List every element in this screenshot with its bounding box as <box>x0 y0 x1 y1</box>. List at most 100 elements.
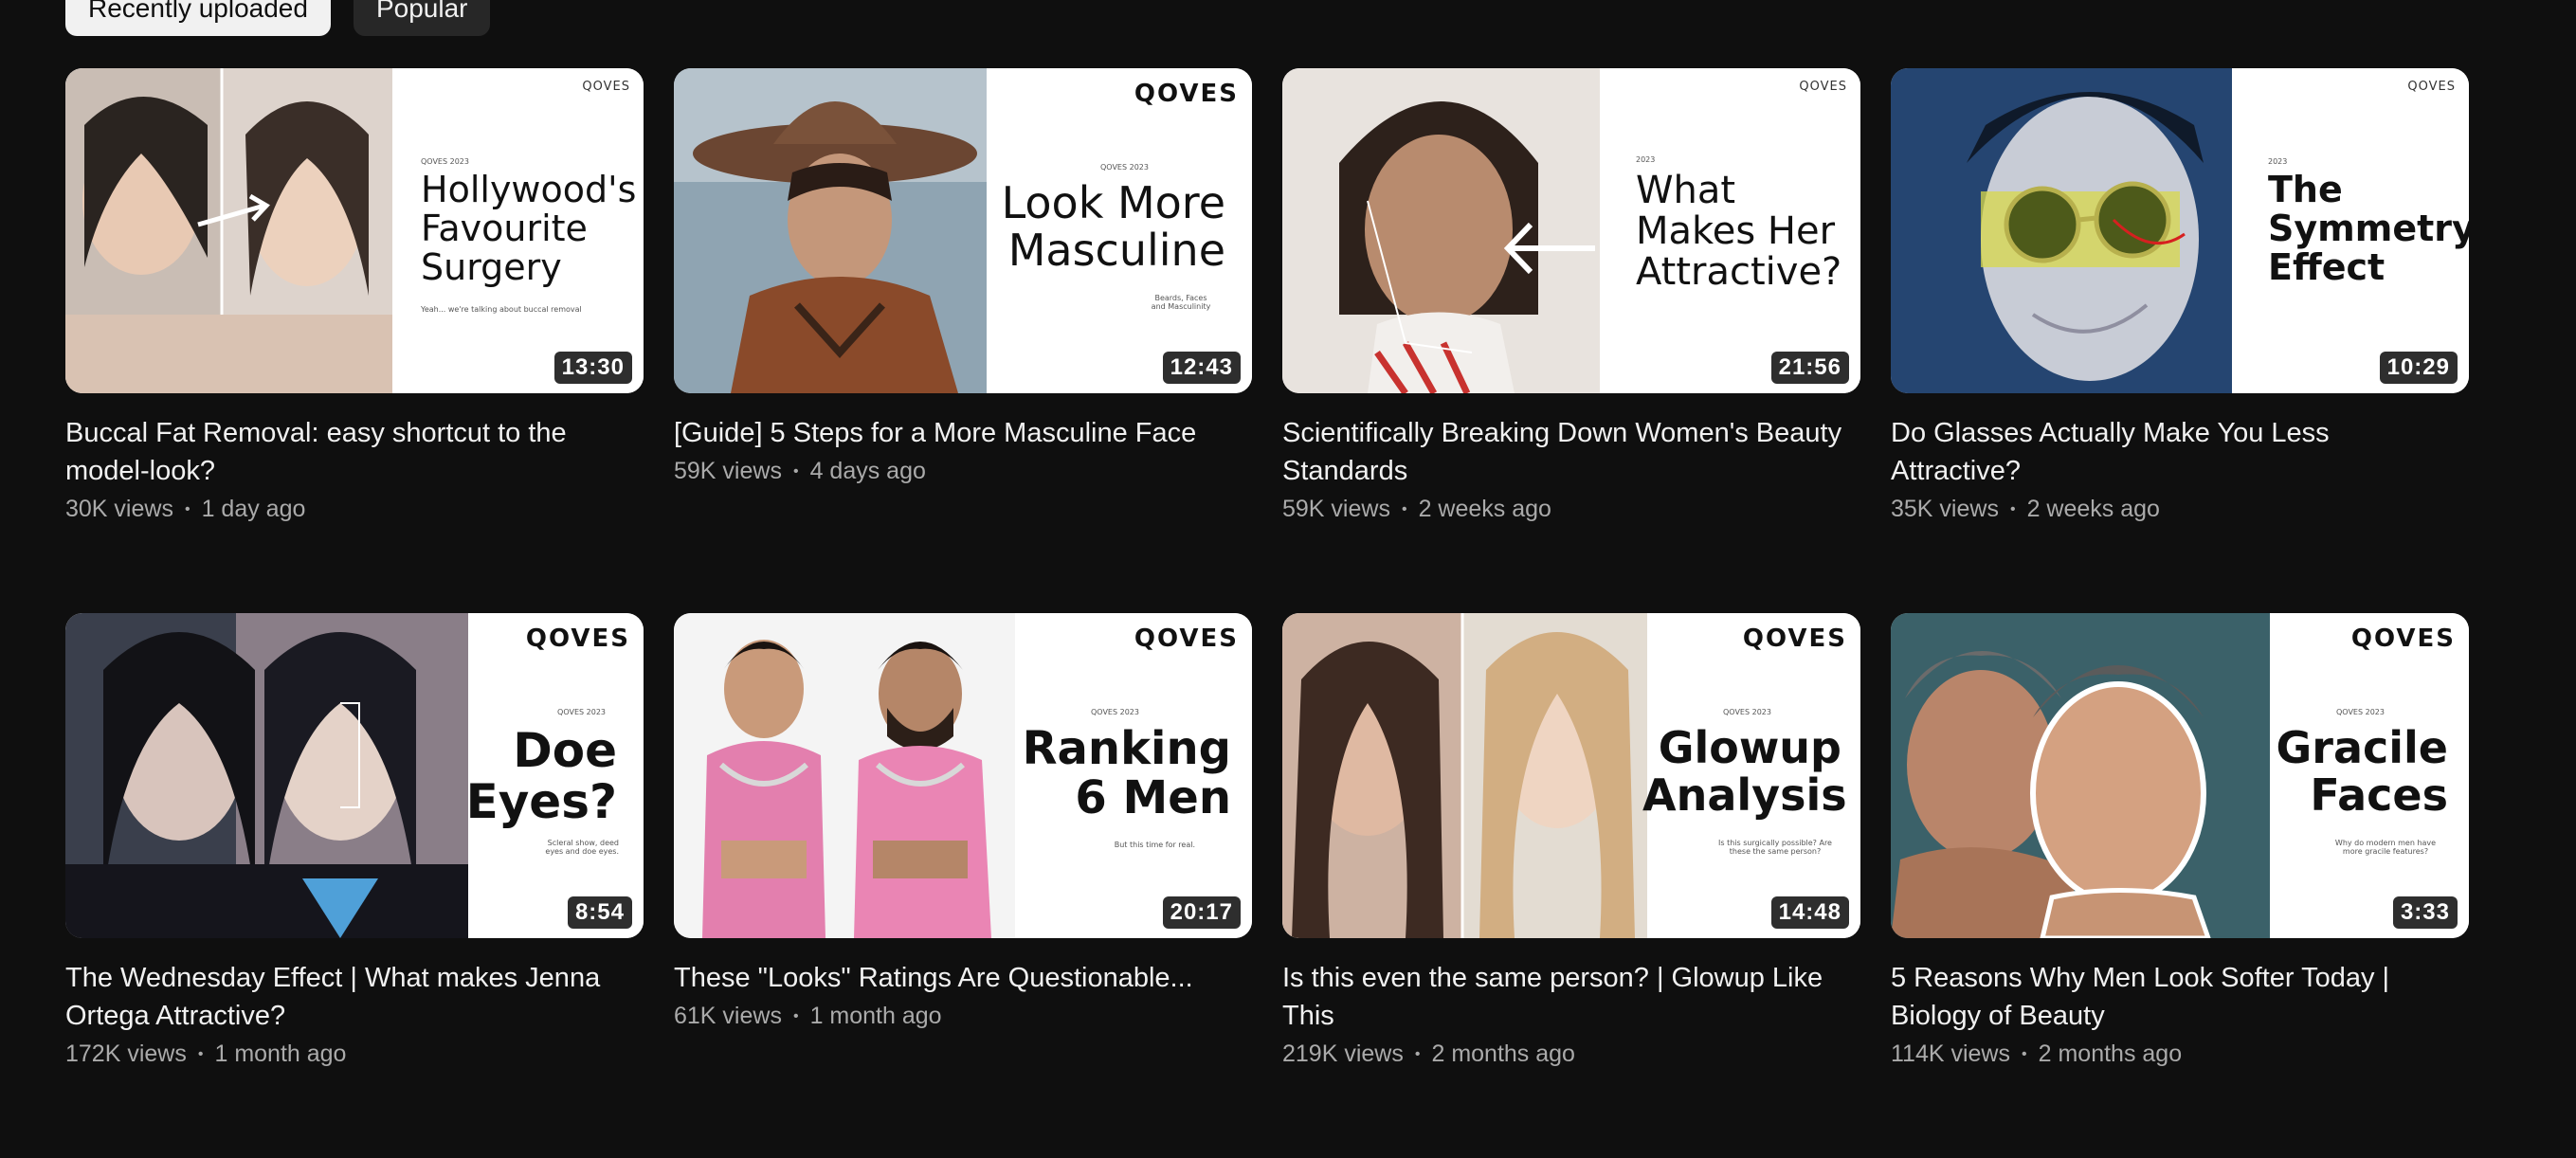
view-count: 35K views <box>1891 496 1999 522</box>
separator-dot: • <box>184 500 190 517</box>
separator-dot: • <box>2009 500 2016 517</box>
duration-badge: 21:56 <box>1770 352 1849 384</box>
brand-logo: QOVES <box>1134 624 1239 653</box>
brand-logo: QOVES <box>582 80 630 94</box>
thumbnail-photo <box>1891 68 2232 393</box>
filter-chips: Recently uploaded Popular <box>65 0 491 36</box>
video-thumbnail[interactable]: QOVES QOVES 2023 Glowup Analysis Is this… <box>1282 613 1860 938</box>
thumbnail-text-panel: QOVES QOVES 2023 Gracile Faces Why do mo… <box>2270 613 2469 938</box>
video-title[interactable]: Is this even the same person? | Glowup L… <box>1282 959 1851 1035</box>
thumbnail-photo <box>1282 68 1600 393</box>
thumbnail-small-text: QOVES 2023 <box>1723 708 1771 716</box>
video-card[interactable]: QOVES QOVES 2023 Gracile Faces Why do mo… <box>1891 613 2469 1158</box>
video-thumbnail[interactable]: QOVES QOVES 2023 Look More Masculine Bea… <box>674 68 1252 393</box>
view-count: 59K views <box>1282 496 1390 522</box>
duration-badge: 3:33 <box>2392 896 2458 929</box>
video-card[interactable]: QOVES QOVES 2023 Look More Masculine Bea… <box>674 68 1252 613</box>
separator-dot: • <box>1401 500 1407 517</box>
thumbnail-text-panel: QOVES 2023 The Symmetry Effect <box>2232 68 2469 393</box>
view-count: 172K views <box>65 1040 187 1067</box>
video-title[interactable]: The Wednesday Effect | What makes Jenna … <box>65 959 634 1035</box>
video-meta: 35K views • 2 weeks ago <box>1891 496 2469 523</box>
thumbnail-headline: Doe Eyes? <box>465 723 617 829</box>
upload-age: 4 days ago <box>809 458 926 484</box>
brand-logo: QOVES <box>1799 80 1847 94</box>
view-count: 114K views <box>1891 1040 2010 1067</box>
duration-badge: 13:30 <box>553 352 632 384</box>
thumbnail-small-text: QOVES 2023 <box>2336 708 2385 716</box>
chip-recently-uploaded[interactable]: Recently uploaded <box>65 0 331 36</box>
thumbnail-caption: Yeah... we're talking about buccal remov… <box>421 305 582 314</box>
separator-dot: • <box>792 462 799 479</box>
thumbnail-caption: Scleral show, deed eyes and doe eyes. <box>545 839 619 856</box>
video-title[interactable]: [Guide] 5 Steps for a More Masculine Fac… <box>674 414 1243 452</box>
video-meta: 172K views • 1 month ago <box>65 1040 644 1068</box>
video-title[interactable]: Do Glasses Actually Make You Less Attrac… <box>1891 414 2459 490</box>
video-card[interactable]: QOVES QOVES 2023 Ranking 6 Men But this … <box>674 613 1252 1158</box>
video-card[interactable]: QOVES QOVES 2023 Doe Eyes? Scleral show,… <box>65 613 644 1158</box>
video-meta: 114K views • 2 months ago <box>1891 1040 2469 1068</box>
video-title[interactable]: Buccal Fat Removal: easy shortcut to the… <box>65 414 634 490</box>
video-thumbnail[interactable]: QOVES QOVES 2023 Doe Eyes? Scleral show,… <box>65 613 644 938</box>
view-count: 61K views <box>674 1003 782 1029</box>
thumbnail-text-panel: QOVES 2023 What Makes Her Attractive? <box>1600 68 1860 393</box>
chip-popular[interactable]: Popular <box>353 0 491 36</box>
thumbnail-caption: Why do modern men have more gracile feat… <box>2334 839 2437 856</box>
thumbnail-caption: Is this surgically possible? Are these t… <box>1718 839 1832 856</box>
upload-age: 2 weeks ago <box>1418 496 1551 522</box>
separator-dot: • <box>792 1007 799 1024</box>
separator-dot: • <box>1414 1045 1421 1062</box>
video-meta: 30K views • 1 day ago <box>65 496 644 523</box>
thumbnail-text-panel: QOVES QOVES 2023 Look More Masculine Bea… <box>987 68 1252 393</box>
upload-age: 2 months ago <box>1431 1040 1575 1067</box>
video-card[interactable]: QOVES QOVES 2023 Glowup Analysis Is this… <box>1282 613 1860 1158</box>
duration-badge: 10:29 <box>2379 352 2458 384</box>
thumbnail-text-panel: QOVES QOVES 2023 Glowup Analysis Is this… <box>1642 613 1860 938</box>
video-title[interactable]: These "Looks" Ratings Are Questionable..… <box>674 959 1243 997</box>
duration-badge: 8:54 <box>567 896 632 929</box>
upload-age: 1 day ago <box>201 496 306 522</box>
duration-badge: 14:48 <box>1770 896 1849 929</box>
thumbnail-small-text: QOVES 2023 <box>557 708 606 716</box>
video-thumbnail[interactable]: QOVES 2023 What Makes Her Attractive? 21… <box>1282 68 1860 393</box>
video-meta: 59K views • 4 days ago <box>674 458 1252 485</box>
view-count: 59K views <box>674 458 782 484</box>
video-card[interactable]: QOVES QOVES 2023 Hollywood's Favourite S… <box>65 68 644 613</box>
thumbnail-photo <box>65 68 397 393</box>
video-title[interactable]: Scientifically Breaking Down Women's Bea… <box>1282 414 1851 490</box>
thumbnail-headline: Ranking 6 Men <box>1022 722 1231 824</box>
upload-age: 2 months ago <box>2038 1040 2183 1067</box>
upload-age: 1 month ago <box>214 1040 347 1067</box>
video-title[interactable]: 5 Reasons Why Men Look Softer Today | Bi… <box>1891 959 2459 1035</box>
thumbnail-small-text: QOVES 2023 <box>1100 163 1149 172</box>
upload-age: 2 weeks ago <box>2026 496 2160 522</box>
thumbnail-text-panel: QOVES QOVES 2023 Doe Eyes? Scleral show,… <box>466 613 644 938</box>
thumbnail-headline: Look More Masculine <box>1001 177 1225 276</box>
thumbnail-photo <box>1282 613 1647 938</box>
thumbnail-caption: But this time for real. <box>1114 841 1195 849</box>
thumbnail-headline: Glowup Analysis <box>1642 722 1847 821</box>
brand-logo: QOVES <box>2350 624 2456 653</box>
view-count: 219K views <box>1282 1040 1404 1067</box>
thumbnail-text-panel: QOVES QOVES 2023 Hollywood's Favourite S… <box>392 68 644 393</box>
video-thumbnail[interactable]: QOVES 2023 The Symmetry Effect 10:29 <box>1891 68 2469 393</box>
video-meta: 59K views • 2 weeks ago <box>1282 496 1860 523</box>
video-thumbnail[interactable]: QOVES QOVES 2023 Gracile Faces Why do mo… <box>1891 613 2469 938</box>
thumbnail-caption: Beards, Faces and Masculinity <box>1151 294 1211 311</box>
thumbnail-text-panel: QOVES QOVES 2023 Ranking 6 Men But this … <box>1015 613 1252 938</box>
brand-logo: QOVES <box>1742 624 1847 653</box>
video-meta: 61K views • 1 month ago <box>674 1003 1252 1030</box>
thumbnail-small-text: QOVES 2023 <box>421 157 469 166</box>
thumbnail-headline: Gracile Faces <box>2276 722 2448 821</box>
thumbnail-headline: The Symmetry Effect <box>2268 169 2469 289</box>
video-thumbnail[interactable]: QOVES QOVES 2023 Hollywood's Favourite S… <box>65 68 644 393</box>
duration-badge: 20:17 <box>1162 896 1241 929</box>
video-thumbnail[interactable]: QOVES QOVES 2023 Ranking 6 Men But this … <box>674 613 1252 938</box>
brand-logo: QOVES <box>1134 80 1239 108</box>
thumbnail-headline: Hollywood's Favourite Surgery <box>421 169 637 289</box>
thumbnail-photo <box>1891 613 2270 938</box>
video-card[interactable]: QOVES 2023 The Symmetry Effect 10:29 Do … <box>1891 68 2469 613</box>
thumbnail-photo <box>674 613 1015 938</box>
video-card[interactable]: QOVES 2023 What Makes Her Attractive? 21… <box>1282 68 1860 613</box>
thumbnail-headline: What Makes Her Attractive? <box>1636 169 1842 295</box>
